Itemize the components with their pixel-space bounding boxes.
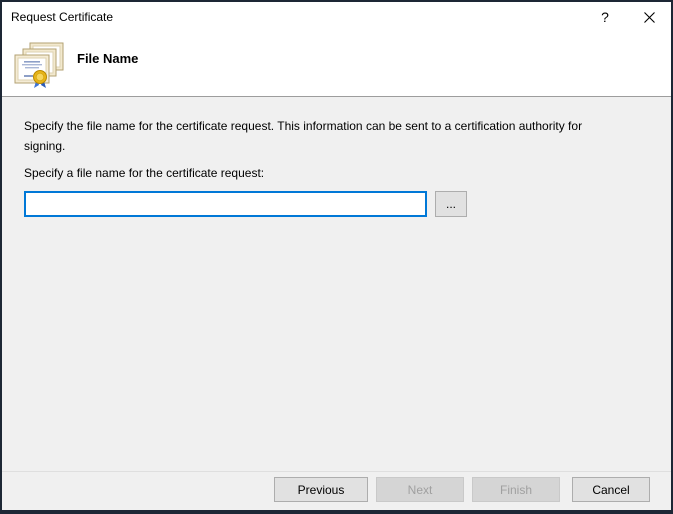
wizard-header: File Name — [2, 32, 671, 97]
file-name-label: Specify a file name for the certificate … — [24, 166, 264, 180]
previous-button[interactable]: Previous — [274, 477, 368, 502]
request-certificate-dialog: Request Certificate ? — [0, 0, 673, 514]
ellipsis-icon: ... — [446, 197, 456, 211]
help-icon: ? — [601, 9, 609, 25]
help-button[interactable]: ? — [583, 2, 627, 32]
certificates-icon — [13, 42, 65, 90]
close-button[interactable] — [627, 2, 671, 32]
next-button: Next — [376, 477, 464, 502]
wizard-content: Specify the file name for the certificat… — [2, 97, 671, 472]
window-title: Request Certificate — [2, 10, 583, 24]
page-title: File Name — [77, 51, 138, 66]
cancel-button[interactable]: Cancel — [572, 477, 650, 502]
finish-button: Finish — [472, 477, 560, 502]
button-bar: Previous Next Finish Cancel — [2, 471, 671, 510]
close-icon — [644, 12, 655, 23]
file-name-input[interactable] — [24, 191, 427, 217]
browse-button[interactable]: ... — [435, 191, 467, 217]
title-bar: Request Certificate ? — [2, 2, 671, 32]
description-text: Specify the file name for the certificat… — [24, 116, 624, 156]
